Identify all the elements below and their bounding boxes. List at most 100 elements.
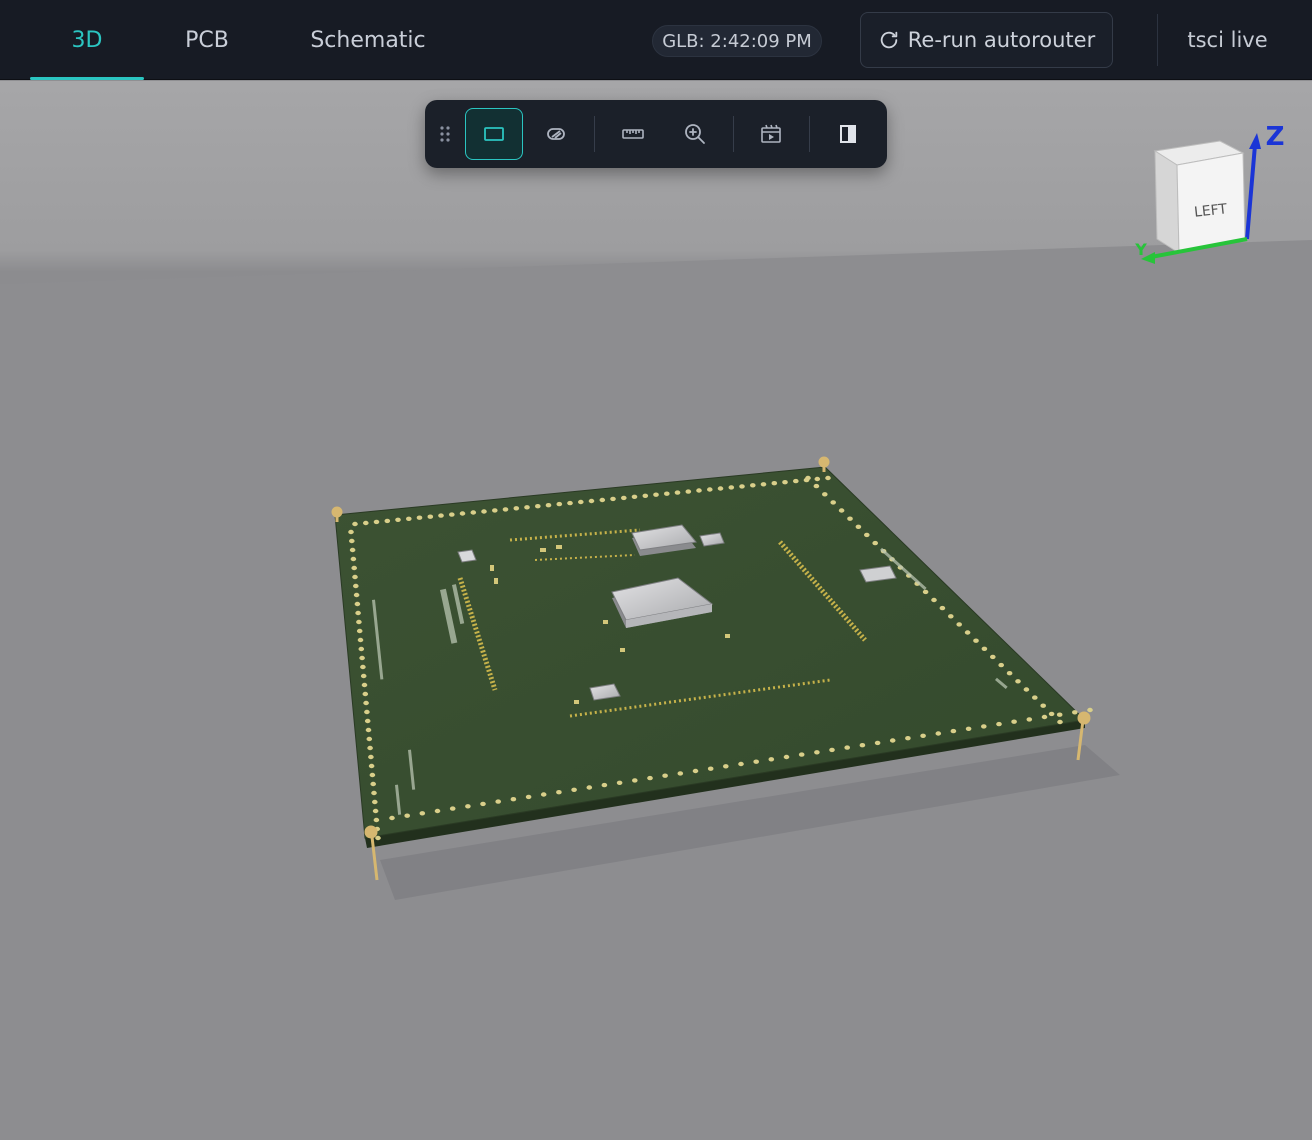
pcb-pad [782, 480, 788, 485]
tab-pcb-label: PCB [185, 27, 229, 53]
pcb-pad [363, 700, 369, 706]
pcb-pad [805, 475, 811, 481]
box-view-button[interactable] [465, 108, 523, 160]
pcb-pad [621, 495, 627, 501]
drag-handle-icon[interactable] [437, 120, 453, 148]
zoom-icon [685, 124, 705, 144]
orientation-gizmo[interactable]: LEFT Z Y [1125, 115, 1310, 275]
pcb-pad [373, 817, 380, 823]
pcb-pad [510, 797, 517, 802]
pcb-pad [813, 483, 820, 489]
pcb-pad [662, 773, 668, 778]
pcb-pad [1011, 719, 1017, 724]
layers-button[interactable] [527, 108, 585, 160]
pcb-pad [465, 804, 471, 809]
pcb-pad [540, 792, 547, 797]
pcb-pad [556, 790, 562, 795]
3d-scene[interactable] [0, 81, 1312, 1140]
ruler-button[interactable] [604, 108, 662, 160]
pcb-pad [352, 574, 358, 580]
pcb-pad [352, 521, 358, 527]
header-divider [1157, 14, 1158, 66]
toolbar-divider [733, 116, 734, 152]
pcb-pad [356, 619, 362, 625]
y-axis-label: Y [1134, 240, 1147, 259]
pcb-pad [571, 787, 577, 792]
pcb-pad [358, 646, 365, 652]
pcb-pad [859, 743, 866, 748]
pcb-pad [1048, 711, 1055, 717]
pcb-pad [829, 747, 835, 753]
zoom-button[interactable] [666, 108, 724, 160]
pcb-pad [872, 540, 878, 546]
pcb-pad [647, 775, 653, 781]
viewer-toolbar [425, 100, 887, 168]
pcb-pad [738, 761, 744, 767]
pcb-pad [616, 780, 623, 785]
pcb-pad [760, 482, 767, 487]
pcb-pad [354, 601, 361, 607]
pcb-pad [723, 764, 729, 769]
refresh-icon [880, 31, 898, 49]
pcb-pad [371, 790, 377, 796]
pcb-pad [935, 731, 942, 736]
ruler-icon [622, 129, 644, 139]
tab-pcb[interactable]: PCB [160, 0, 254, 80]
pcb-pad [502, 507, 509, 512]
z-axis-arrow [1249, 133, 1261, 149]
pcb-pad [642, 493, 649, 498]
pcb-pad [416, 515, 423, 520]
view-cube[interactable]: LEFT Z Y [1125, 115, 1310, 275]
pcb-pad [1026, 717, 1033, 722]
pcb-pad [349, 538, 355, 544]
pcb-pad [368, 754, 374, 760]
pcb-pad [696, 488, 702, 493]
pcb-pad [631, 494, 638, 499]
pcb-pad [677, 771, 684, 776]
pcb-pad [364, 718, 371, 724]
pcb-pad [369, 772, 376, 778]
toolbar-divider [594, 116, 595, 152]
z-axis-label: Z [1266, 122, 1285, 152]
view-cube-front[interactable] [1154, 150, 1180, 254]
pcb-pad [361, 682, 368, 688]
pcb-pad [535, 504, 541, 509]
panel-toggle-button[interactable] [819, 108, 877, 160]
pcb-pad [492, 508, 498, 513]
pcb-pad [567, 500, 573, 506]
pcb-pad [1006, 671, 1013, 676]
animation-button[interactable] [742, 108, 800, 160]
pcb-pad [588, 498, 595, 504]
pcb-pad [965, 726, 972, 731]
tab-schematic[interactable]: Schematic [290, 0, 446, 80]
pcb-pad [351, 565, 358, 571]
pcb-pad [847, 516, 853, 521]
pcb-pad [578, 499, 584, 505]
pcb-pad [844, 745, 850, 750]
pcb-pad [874, 740, 881, 746]
pcb-pad [674, 490, 681, 495]
rerun-autorouter-button[interactable]: Re-run autorouter [860, 12, 1113, 68]
pcb-pad [685, 489, 692, 494]
pcb-pad [964, 630, 971, 635]
pcb-pad [1056, 712, 1063, 717]
pcb-pad [707, 487, 713, 492]
pcb-pad [406, 516, 412, 521]
3d-viewport[interactable]: LEFT Z Y [0, 81, 1312, 1140]
pcb-pad [363, 520, 369, 526]
pcb-pad [359, 655, 365, 661]
pcb-pad [481, 509, 487, 514]
pcb-pad [822, 492, 828, 497]
tsci-live-button[interactable]: tsci live [1170, 0, 1285, 80]
glb-status-text: GLB: 2:42:09 PM [662, 30, 812, 52]
pcb-pad [370, 781, 377, 787]
pcb-pad [855, 524, 862, 529]
pcb-pad [599, 497, 606, 503]
pcb-pad [920, 733, 926, 738]
pcb-pad [545, 503, 552, 508]
pcb-pad [449, 806, 456, 811]
layers-icon [547, 128, 565, 140]
tab-3d[interactable]: 3D [30, 0, 144, 80]
pcb-pad [814, 476, 821, 482]
pcb-pad [825, 475, 831, 481]
